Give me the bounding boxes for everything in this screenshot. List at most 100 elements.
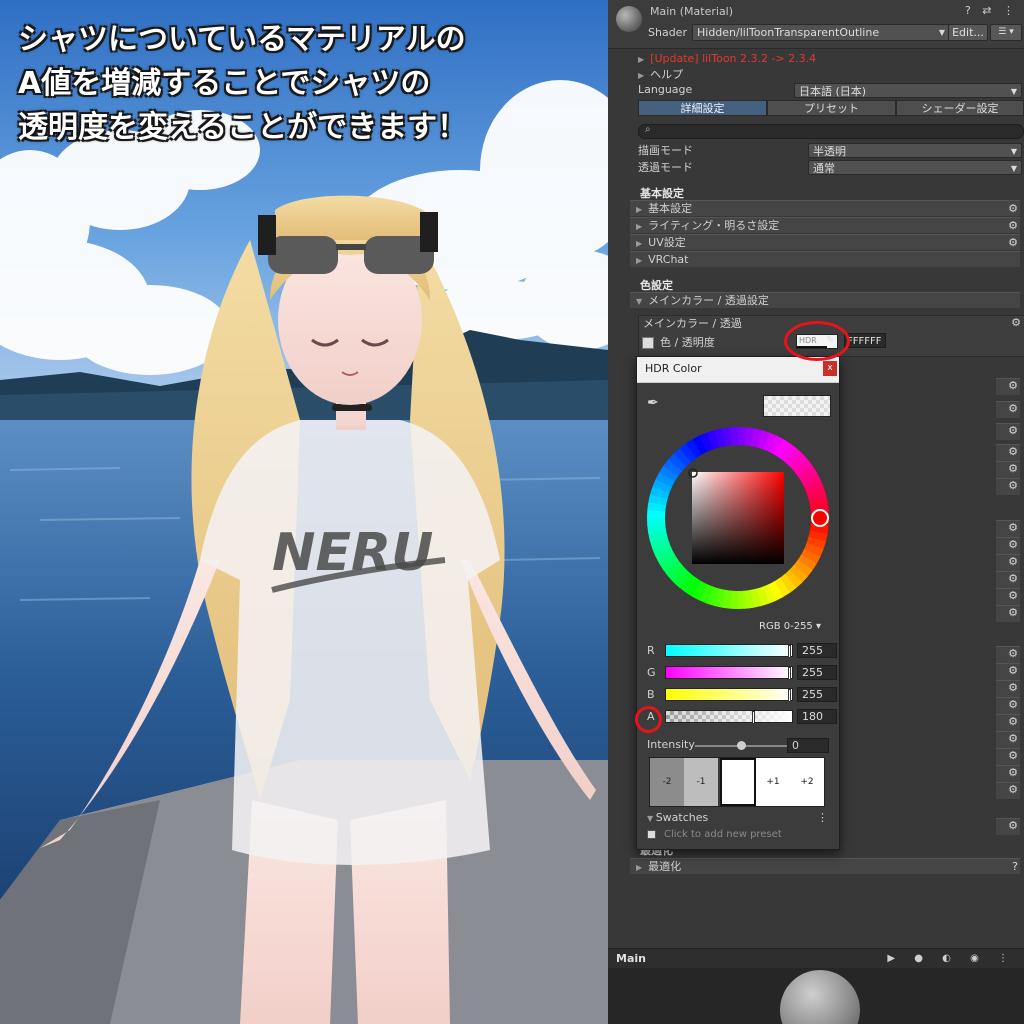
- intensity-knob[interactable]: [737, 741, 746, 750]
- eyedropper-icon[interactable]: ✒: [647, 395, 659, 411]
- fold-stub[interactable]: ⚙: [996, 782, 1020, 799]
- material-preview[interactable]: [608, 968, 1024, 1024]
- update-notice[interactable]: ▶ [Update] lilToon 2.3.2 -> 2.3.4: [638, 50, 816, 67]
- tab-shader-settings[interactable]: シェーダー設定: [896, 100, 1024, 116]
- gear-icon[interactable]: ⚙: [1008, 606, 1018, 619]
- fold-stub[interactable]: ⚙: [996, 748, 1020, 765]
- fold-stub[interactable]: ⚙: [996, 646, 1020, 663]
- swatches-foldout[interactable]: ▼ Swatches ⋮: [647, 811, 828, 824]
- fold-uv[interactable]: ▶ UV設定 ⚙: [630, 234, 1020, 250]
- gear-icon[interactable]: ⚙: [1008, 589, 1018, 602]
- slider-g-track[interactable]: [665, 666, 793, 680]
- fold-stub[interactable]: ⚙: [996, 537, 1020, 554]
- preview-controls-icons[interactable]: ▶ ● ◐ ◉ ⋮: [887, 949, 1016, 969]
- transparent-mode-dropdown[interactable]: 通常 ▼: [808, 160, 1022, 175]
- gear-icon[interactable]: ⚙: [1008, 235, 1018, 251]
- search-input[interactable]: ⌕: [638, 124, 1024, 139]
- color-wheel[interactable]: [643, 423, 833, 613]
- fold-stub[interactable]: ⚙: [996, 520, 1020, 537]
- hex-field[interactable]: FFFFFF: [844, 333, 886, 348]
- fold-stub[interactable]: ⚙: [996, 378, 1020, 395]
- preset-minus-1[interactable]: -1: [684, 758, 718, 806]
- value-r[interactable]: 255: [797, 643, 837, 658]
- tab-advanced[interactable]: 詳細設定: [638, 100, 767, 116]
- color-mode-dropdown[interactable]: RGB 0-255 ▾: [759, 621, 821, 632]
- preset-plus-1[interactable]: +1: [756, 758, 790, 806]
- add-preset[interactable]: Click to add new preset: [647, 829, 782, 840]
- fold-stub[interactable]: ⚙: [996, 714, 1020, 731]
- header-help-settings-menu-icons[interactable]: ? ⇄ ⋮: [965, 4, 1018, 17]
- gear-icon[interactable]: ⚙: [1008, 681, 1018, 694]
- fold-basic-settings[interactable]: ▶ 基本設定 ⚙: [630, 200, 1020, 216]
- tab-presets[interactable]: プリセット: [767, 100, 896, 116]
- slider-knob[interactable]: [788, 689, 791, 702]
- render-mode-dropdown[interactable]: 半透明 ▼: [808, 143, 1022, 158]
- fold-stub[interactable]: ⚙: [996, 401, 1020, 418]
- fold-stub[interactable]: ⚙: [996, 765, 1020, 782]
- gear-icon[interactable]: ⚙: [1008, 766, 1018, 779]
- gear-icon[interactable]: ⚙: [1008, 402, 1018, 415]
- hue-cursor[interactable]: [811, 509, 829, 527]
- gear-icon[interactable]: ⚙: [1008, 647, 1018, 660]
- fold-stub[interactable]: ⚙: [996, 461, 1020, 478]
- gear-icon[interactable]: ⚙: [1011, 316, 1021, 329]
- fold-optimize[interactable]: ▶ 最適化?: [630, 858, 1020, 874]
- fold-stub[interactable]: ⚙: [996, 571, 1020, 588]
- gear-icon[interactable]: ⚙: [1008, 379, 1018, 392]
- slider-r-track[interactable]: [665, 644, 793, 658]
- gear-icon[interactable]: ⚙: [1008, 521, 1018, 534]
- gear-icon[interactable]: ⚙: [1008, 555, 1018, 568]
- gear-icon[interactable]: ⚙: [1008, 698, 1018, 711]
- language-dropdown[interactable]: 日本語 (日本) ▼: [794, 83, 1022, 98]
- fold-stub[interactable]: ⚙: [996, 554, 1020, 571]
- fold-lighting[interactable]: ▶ ライティング・明るさ設定 ⚙: [630, 217, 1020, 233]
- fold-stub[interactable]: ⚙: [996, 818, 1020, 835]
- gear-icon[interactable]: ⚙: [1008, 201, 1018, 217]
- color-checkbox[interactable]: [642, 337, 654, 349]
- value-g[interactable]: 255: [797, 665, 837, 680]
- slider-b-track[interactable]: [665, 688, 793, 702]
- fold-main-color[interactable]: ▼ メインカラー / 透過設定: [630, 292, 1020, 308]
- fold-stub[interactable]: ⚙: [996, 697, 1020, 714]
- help-foldout[interactable]: ▶ ヘルプ: [638, 66, 683, 83]
- gear-icon[interactable]: ⚙: [1008, 572, 1018, 585]
- intensity-value[interactable]: 0: [787, 738, 829, 753]
- fold-stub[interactable]: ⚙: [996, 423, 1020, 440]
- slider-a-track[interactable]: [665, 710, 793, 724]
- list-menu-button[interactable]: ☰ ▾: [990, 24, 1022, 41]
- slider-knob[interactable]: [788, 645, 791, 658]
- preset-plus-2[interactable]: +2: [790, 758, 824, 806]
- slider-knob[interactable]: [788, 667, 791, 680]
- gear-icon[interactable]: ⚙: [1008, 783, 1018, 796]
- close-button[interactable]: x: [823, 361, 837, 376]
- gear-icon[interactable]: ⚙: [1008, 445, 1018, 458]
- fold-stub[interactable]: ⚙: [996, 663, 1020, 680]
- fold-stub[interactable]: ⚙: [996, 588, 1020, 605]
- preset-current[interactable]: [720, 758, 756, 806]
- more-options-icon[interactable]: ⋮: [817, 811, 828, 824]
- fold-vrchat[interactable]: ▶ VRChat: [630, 251, 1020, 267]
- gear-icon[interactable]: ⚙: [1008, 664, 1018, 677]
- preset-minus-2[interactable]: -2: [650, 758, 684, 806]
- gear-icon[interactable]: ⚙: [1008, 479, 1018, 492]
- slider-knob[interactable]: [752, 711, 755, 724]
- gear-icon[interactable]: ⚙: [1008, 462, 1018, 475]
- gear-icon[interactable]: ⚙: [1008, 732, 1018, 745]
- gear-icon[interactable]: ⚙: [1008, 538, 1018, 551]
- help-icon[interactable]: ?: [1012, 859, 1018, 875]
- gear-icon[interactable]: ⚙: [1008, 819, 1018, 832]
- fold-stub[interactable]: ⚙: [996, 478, 1020, 495]
- gear-icon[interactable]: ⚙: [1008, 218, 1018, 234]
- fold-stub[interactable]: ⚙: [996, 605, 1020, 622]
- popup-titlebar[interactable]: HDR Color x: [637, 357, 839, 383]
- fold-stub[interactable]: ⚙: [996, 731, 1020, 748]
- edit-shader-button[interactable]: Edit...: [948, 24, 988, 41]
- value-a[interactable]: 180: [797, 709, 837, 724]
- value-b[interactable]: 255: [797, 687, 837, 702]
- fold-stub[interactable]: ⚙: [996, 680, 1020, 697]
- gear-icon[interactable]: ⚙: [1008, 424, 1018, 437]
- fold-stub[interactable]: ⚙: [996, 444, 1020, 461]
- gear-icon[interactable]: ⚙: [1008, 715, 1018, 728]
- gear-icon[interactable]: ⚙: [1008, 749, 1018, 762]
- shader-dropdown[interactable]: Hidden/lilToonTransparentOutline ▼: [692, 24, 950, 41]
